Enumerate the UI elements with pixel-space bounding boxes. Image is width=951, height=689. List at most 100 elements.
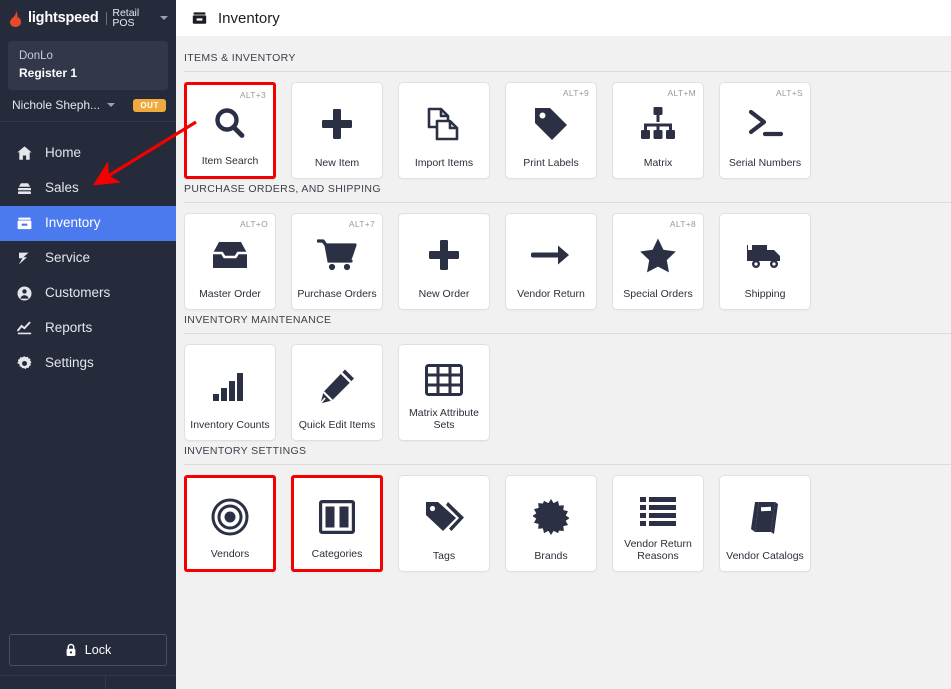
- tile-shipping[interactable]: Shipping: [719, 213, 811, 310]
- tile-label: Brands: [534, 549, 568, 562]
- brand-bar[interactable]: lightspeed Retail POS: [0, 0, 176, 36]
- tile-matrix-attribute-sets[interactable]: Matrix Attribute Sets: [398, 344, 490, 441]
- sidebar-item-label: Home: [45, 145, 82, 161]
- main-area: Inventory ITEMS & INVENTORY ALT+3 Item Sea…: [176, 0, 951, 689]
- sidebar-item-label: Service: [45, 250, 91, 266]
- tile-shortcut: ALT+3: [239, 90, 266, 100]
- tile-row: Inventory Counts Quick Edit Items Matrix A…: [176, 344, 951, 441]
- chart-line-icon: [14, 318, 34, 338]
- tile-label: Matrix Attribute Sets: [408, 406, 480, 431]
- tile-serial-numbers[interactable]: ALT+S Serial Numbers: [719, 82, 811, 179]
- sidebar-nav: Home Sales Inventory Service Customers R…: [0, 136, 176, 634]
- tile-vendors[interactable]: Vendors: [184, 475, 276, 572]
- inventory-section: PURCHASE ORDERS, AND SHIPPING ALT+O Master…: [176, 183, 951, 310]
- section-heading: PURCHASE ORDERS, AND SHIPPING: [184, 183, 381, 195]
- sidebar: lightspeed Retail POS DonLo Register 1 N…: [0, 0, 176, 689]
- section-divider: [184, 71, 951, 72]
- person-icon: [14, 283, 34, 303]
- tile-label: Tags: [432, 549, 456, 562]
- sidebar-footer-right: [106, 676, 176, 689]
- user-row[interactable]: Nichole Sheph... OUT: [0, 90, 176, 122]
- store-name: DonLo: [19, 50, 53, 62]
- sidebar-item-customers[interactable]: Customers: [0, 276, 176, 311]
- tile-label: Special Orders: [623, 287, 693, 300]
- columns-icon: [294, 478, 380, 548]
- tile-brands[interactable]: Brands: [505, 475, 597, 572]
- tile-vendor-catalogs[interactable]: Vendor Catalogs: [719, 475, 811, 572]
- tile-tags[interactable]: Tags: [398, 475, 490, 572]
- inventory-box-icon: [191, 9, 209, 27]
- lock-button-wrap: Lock: [0, 634, 176, 666]
- inventory-section: ITEMS & INVENTORY ALT+3 Item Search New Ite…: [176, 52, 951, 179]
- tile-label: Matrix: [643, 156, 673, 169]
- flame-icon: [10, 9, 21, 27]
- sidebar-item-inventory[interactable]: Inventory: [0, 205, 176, 241]
- tile-label: Print Labels: [523, 156, 579, 169]
- status-badge: OUT: [133, 98, 166, 112]
- section-divider: [184, 464, 951, 465]
- tile-shortcut: ALT+O: [239, 219, 268, 229]
- tile-label: Item Search: [201, 154, 259, 167]
- lock-button[interactable]: Lock: [9, 634, 167, 666]
- tile-new-order[interactable]: New Order: [398, 213, 490, 310]
- tile-label: Vendor Return Reasons: [624, 537, 692, 562]
- store-card[interactable]: DonLo Register 1: [8, 41, 168, 90]
- sidebar-item-sales[interactable]: Sales: [0, 171, 176, 206]
- double-tag-icon: [399, 476, 489, 550]
- sidebar-item-settings[interactable]: Settings: [0, 346, 176, 381]
- tile-item-search[interactable]: ALT+3 Item Search: [184, 82, 276, 179]
- tile-purchase-orders[interactable]: ALT+7 Purchase Orders: [291, 213, 383, 310]
- tile-inventory-counts[interactable]: Inventory Counts: [184, 344, 276, 441]
- inventory-sections: ITEMS & INVENTORY ALT+3 Item Search New Ite…: [176, 36, 951, 689]
- tile-quick-edit-items[interactable]: Quick Edit Items: [291, 344, 383, 441]
- grid-table-icon: [399, 345, 489, 407]
- tile-categories[interactable]: Categories: [291, 475, 383, 572]
- tile-shortcut: ALT+9: [562, 88, 589, 98]
- tile-row: Vendors Categories Tags Brands Vendor Return…: [176, 475, 951, 572]
- brand-name: lightspeed: [28, 9, 99, 26]
- sidebar-item-home[interactable]: Home: [0, 136, 176, 171]
- tile-import-items[interactable]: Import Items: [398, 82, 490, 179]
- section-heading: INVENTORY SETTINGS: [184, 445, 307, 457]
- chevron-down-icon[interactable]: [160, 16, 168, 20]
- sidebar-item-label: Inventory: [45, 215, 101, 231]
- sidebar-item-label: Customers: [45, 285, 111, 301]
- tile-shortcut: ALT+8: [669, 219, 696, 229]
- tile-vendor-return[interactable]: Vendor Return: [505, 213, 597, 310]
- tile-label: Serial Numbers: [728, 156, 802, 169]
- sidebar-item-label: Reports: [45, 320, 93, 336]
- gear-icon: [14, 353, 34, 373]
- section-divider: [184, 202, 951, 203]
- section-heading: ITEMS & INVENTORY: [184, 52, 296, 64]
- tile-shortcut: ALT+7: [348, 219, 375, 229]
- plus-icon: [292, 83, 382, 157]
- list-icon: [613, 476, 703, 538]
- tile-special-orders[interactable]: ALT+8 Special Orders: [612, 213, 704, 310]
- tile-new-item[interactable]: New Item: [291, 82, 383, 179]
- tile-label: Quick Edit Items: [298, 418, 376, 431]
- book-icon: [720, 476, 810, 550]
- tile-master-order[interactable]: ALT+O Master Order: [184, 213, 276, 310]
- tile-shortcut: ALT+M: [667, 88, 696, 98]
- tile-matrix[interactable]: ALT+M Matrix: [612, 82, 704, 179]
- inventory-box-icon: [14, 213, 34, 233]
- page-title: Inventory: [218, 9, 280, 27]
- tile-label: Vendor Return: [517, 287, 585, 300]
- bar-chart-icon: [185, 345, 275, 419]
- plus-icon: [399, 214, 489, 288]
- tile-vendor-return-reasons[interactable]: Vendor Return Reasons: [612, 475, 704, 572]
- chevron-down-icon[interactable]: [107, 103, 116, 108]
- sidebar-item-service[interactable]: Service: [0, 241, 176, 276]
- tile-print-labels[interactable]: ALT+9 Print Labels: [505, 82, 597, 179]
- section-divider: [184, 333, 951, 334]
- home-icon: [14, 143, 34, 163]
- pencil-icon: [292, 345, 382, 419]
- sidebar-item-reports[interactable]: Reports: [0, 311, 176, 346]
- tile-row: ALT+3 Item Search New Item Import Items ALT+…: [176, 82, 951, 179]
- tile-label: Vendor Catalogs: [726, 549, 804, 562]
- tile-label: Purchase Orders: [297, 287, 377, 300]
- truck-icon: [720, 214, 810, 288]
- brand-separator: [105, 11, 107, 25]
- sales-register-icon: [14, 178, 34, 198]
- top-bar: Inventory: [176, 0, 951, 36]
